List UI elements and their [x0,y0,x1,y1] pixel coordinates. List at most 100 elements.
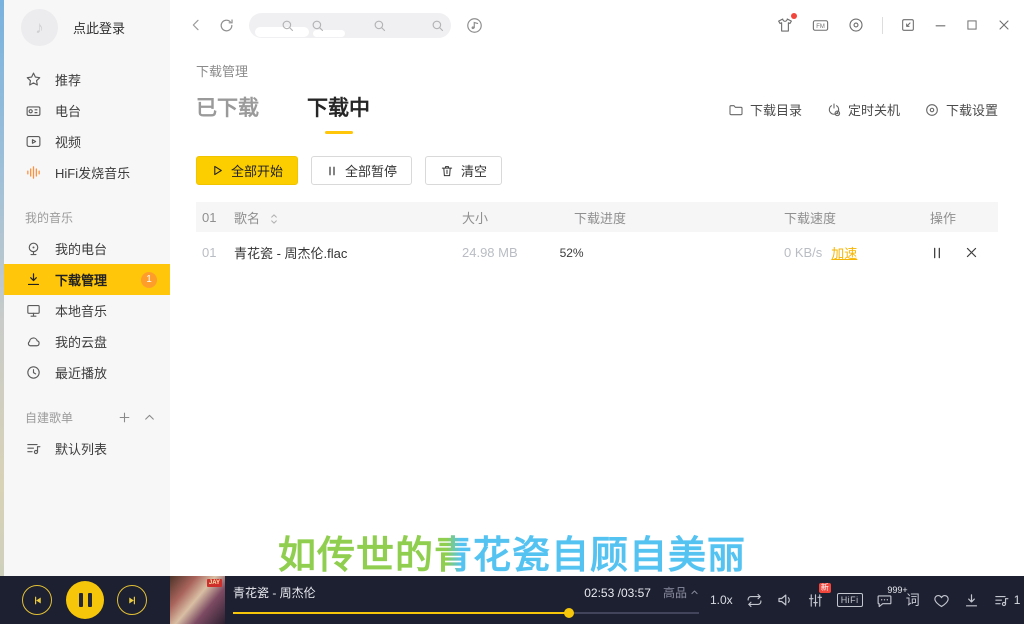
timer-power-icon [826,102,842,118]
sidebar-section-my-music: 我的音乐 [4,203,170,231]
download-progress-label: 52% [560,246,584,260]
notification-dot [791,13,797,19]
collapse-playlists-icon[interactable] [143,411,156,424]
sidebar-item-video[interactable]: 视频 [4,126,170,157]
player-progress-bar[interactable] [233,612,699,614]
close-icon[interactable] [996,17,1012,33]
search-input[interactable] [249,13,451,38]
sort-icon[interactable] [269,213,279,225]
sidebar-item-hifi[interactable]: HiFi发烧音乐 [4,157,170,188]
comment-count-badge: 999+ [887,585,907,595]
folder-icon [728,102,744,118]
section-label: 自建歌单 [25,409,73,426]
sidebar-item-download-manager[interactable]: 下载管理 1 [4,264,170,295]
page-title: 下载管理 [196,61,998,80]
refresh-icon[interactable] [218,17,235,34]
start-all-label: 全部开始 [231,161,283,180]
download-song-icon[interactable] [963,592,980,609]
download-manager-page: 下载管理 已下载 下载中 下载目录 定时关机 下载设置 [170,61,1024,273]
section-label: 我的音乐 [25,209,73,226]
sidebar-item-recommend[interactable]: 推荐 [4,64,170,95]
back-icon[interactable] [188,17,204,33]
sidebar-item-recent-played[interactable]: 最近播放 [4,357,170,388]
row-song-name: 青花瓷 - 周杰伦.flac [234,243,462,262]
pause-icon [326,165,338,177]
sidebar-item-local-music[interactable]: 本地音乐 [4,295,170,326]
row-pause-icon[interactable] [930,246,944,260]
sidebar-item-label: 电台 [55,101,81,120]
clear-button[interactable]: 清空 [425,156,502,185]
tab-downloaded[interactable]: 已下载 [196,92,259,134]
sidebar-item-label: HiFi发烧音乐 [55,163,130,182]
sidebar-item-cloud-disk[interactable]: 我的云盘 [4,326,170,357]
next-track-button[interactable] [117,585,147,615]
mini-mode-icon[interactable] [900,17,916,33]
quality-selector[interactable]: 高品 [663,584,699,601]
queue-count: 1 [1014,593,1021,607]
tab-downloading[interactable]: 下载中 [307,92,370,134]
svg-text:FM: FM [816,23,825,29]
comments-button[interactable]: 999+ [876,592,893,609]
accelerate-link[interactable]: 加速 [831,243,857,262]
volume-icon[interactable] [776,591,794,609]
play-pause-button[interactable] [66,581,104,619]
add-playlist-icon[interactable] [118,411,131,424]
avatar[interactable]: ♪ [21,9,58,46]
settings-icon[interactable] [847,16,865,34]
pause-bar [79,593,83,607]
table-header: 01 歌名 大小 下载进度 下载速度 操作 [196,202,998,232]
row-cancel-icon[interactable] [964,245,979,260]
timed-shutdown-button[interactable]: 定时关机 [826,100,900,119]
col-name-label: 歌名 [234,211,260,226]
pause-all-button[interactable]: 全部暂停 [311,156,412,185]
desktop-lyrics-toggle[interactable]: 词 [906,590,920,610]
download-settings-button[interactable]: 下载设置 [924,100,998,119]
download-directory-button[interactable]: 下载目录 [728,100,802,119]
login-link[interactable]: 点此登录 [73,18,125,37]
col-index: 01 [202,210,234,225]
favorite-heart-icon[interactable] [933,592,950,609]
fm-icon[interactable]: FM [811,16,830,35]
player-progress-dot[interactable] [564,608,574,618]
user-row[interactable]: ♪ 点此登录 [4,0,170,48]
sidebar-item-label: 默认列表 [55,439,107,458]
next-icon [126,594,139,607]
play-queue-button[interactable]: 1 [993,592,1021,609]
start-all-button[interactable]: 全部开始 [196,156,298,185]
equalizer-button[interactable]: 新 [807,592,824,609]
download-count-badge: 1 [141,272,157,288]
search-icon [372,18,387,33]
sidebar-item-my-radio[interactable]: 我的电台 [4,233,170,264]
main-area: FM 下载管理 已下载 下载中 下载目录 [170,0,1024,576]
hifi-quality-button[interactable]: HiFi [837,593,863,607]
equalizer-icon [807,592,824,609]
chevron-up-icon [690,588,699,597]
download-icon [25,271,42,288]
maximize-icon[interactable] [965,18,979,32]
song-recognition-icon[interactable] [465,16,484,35]
minimize-icon[interactable] [933,18,948,33]
radio-icon [25,102,42,119]
row-speed: 0 KB/s [784,245,822,260]
previous-track-button[interactable] [22,585,52,615]
sidebar-item-default-playlist[interactable]: 默认列表 [4,433,170,464]
player-info: 青花瓷 - 周杰伦 02:53 /03:57 高品 [233,576,699,624]
table-row[interactable]: 01 青花瓷 - 周杰伦.flac 24.98 MB 52% 0 KB/s 加速 [196,232,998,273]
album-art[interactable]: JAY [170,576,225,624]
loop-mode-icon[interactable] [746,592,763,609]
search-icon [310,18,325,33]
sidebar-item-label: 本地音乐 [55,301,107,320]
playback-rate-button[interactable]: 1.0x [710,593,733,607]
skin-theme-icon[interactable] [776,16,794,34]
sidebar-item-label: 我的云盘 [55,332,107,351]
time-total: 03:57 [621,586,651,600]
sidebar-section-playlists: 自建歌单 [4,403,170,431]
row-index: 01 [202,245,234,260]
download-toolbar: 下载目录 定时关机 下载设置 [728,100,998,119]
clock-icon [25,364,42,381]
sidebar-item-radio[interactable]: 电台 [4,95,170,126]
playlist-icon [25,440,42,457]
my-radio-icon [25,240,42,257]
search-icon [280,18,295,33]
sidebar: ♪ 点此登录 推荐 电台 视频 HiFi发烧音乐 我的音乐 [4,0,170,576]
